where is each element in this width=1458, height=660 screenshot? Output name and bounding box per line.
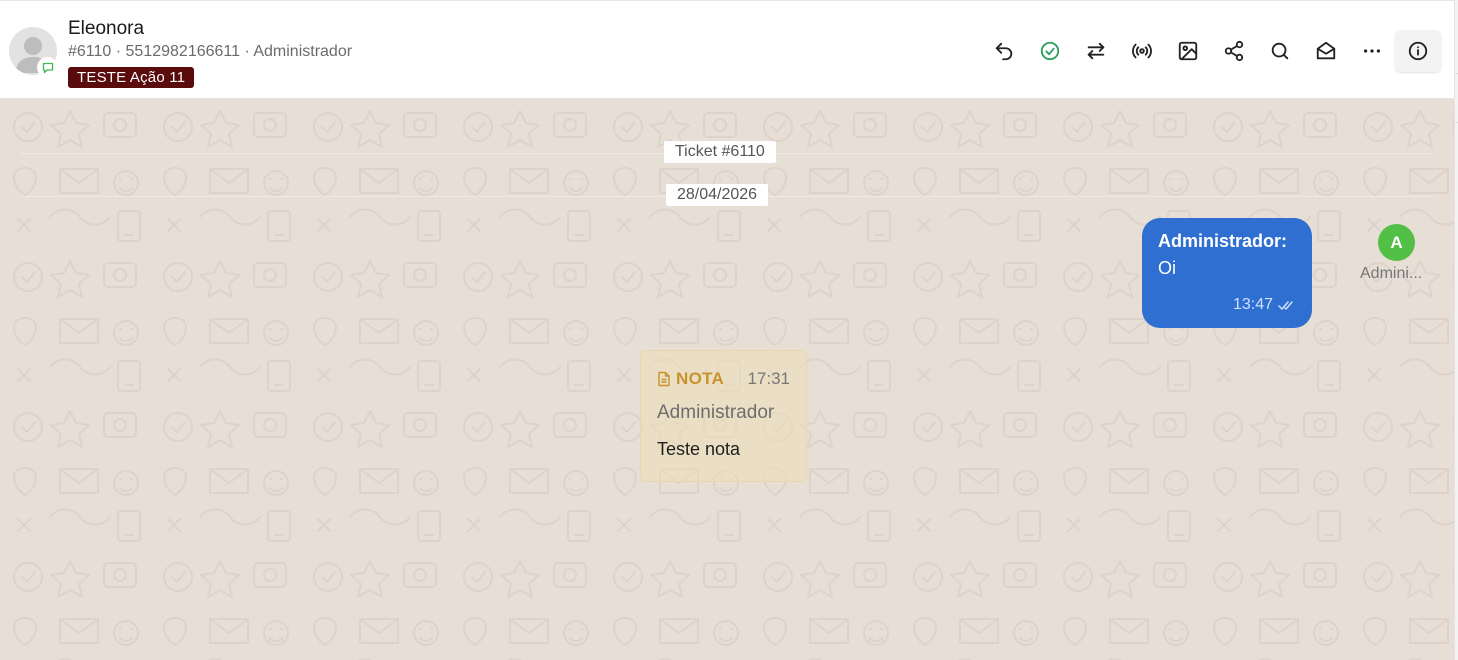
- more-icon: [1363, 49, 1381, 53]
- broadcast-button[interactable]: [1119, 30, 1165, 72]
- share-icon: [1224, 40, 1244, 62]
- message-text: Oi: [1158, 258, 1176, 278]
- ticket-label: Ticket #6110: [664, 141, 776, 163]
- note-time: 17:31: [747, 369, 790, 388]
- message-time: 13:47: [1232, 296, 1273, 313]
- image-icon: [1178, 41, 1198, 61]
- message-footer: 13:47: [1233, 296, 1296, 314]
- transfer-button[interactable]: [1073, 30, 1119, 72]
- sender-avatar: A: [1378, 224, 1415, 261]
- note-author: Administrador: [657, 402, 775, 423]
- mail-open-icon: [1316, 41, 1336, 60]
- sender-name: Admini...: [1360, 265, 1423, 282]
- message-sender: Administrador:: [1158, 231, 1288, 251]
- media-button[interactable]: [1165, 30, 1211, 72]
- search-icon: [1271, 42, 1289, 60]
- chat-header: Eleonora #6110 · 5512982166611 · Adminis…: [0, 0, 1454, 99]
- date-label: 28/04/2026: [666, 184, 769, 206]
- internal-note[interactable]: NOTA 17:31 Administrador Teste nota: [640, 350, 807, 482]
- mark-read-button[interactable]: [1303, 30, 1349, 72]
- chat-area[interactable]: Ticket #6110 28/04/2026 Administrador: O…: [0, 99, 1454, 660]
- right-panel-edge: [1454, 0, 1458, 660]
- share-button[interactable]: [1211, 30, 1257, 72]
- contact-meta: #6110 · 5512982166611 · Administrador: [68, 43, 353, 60]
- double-check-icon: [1278, 301, 1293, 310]
- note-text: Teste nota: [657, 439, 741, 459]
- whatsapp-channel-icon: [37, 57, 58, 78]
- transfer-icon: [1087, 42, 1105, 60]
- note-header: NOTA 17:31: [657, 369, 790, 389]
- tag-badge[interactable]: TESTE Ação 11: [68, 67, 195, 88]
- resolve-button[interactable]: [1027, 30, 1073, 72]
- info-button[interactable]: [1395, 30, 1441, 72]
- info-icon: [1408, 41, 1428, 61]
- search-button[interactable]: [1257, 30, 1303, 72]
- contact-name: Eleonora: [68, 18, 145, 39]
- note-label: NOTA: [676, 369, 725, 388]
- check-circle-icon: [1040, 41, 1060, 61]
- undo-button[interactable]: [981, 30, 1027, 72]
- document-icon: [658, 371, 670, 387]
- more-button[interactable]: [1349, 30, 1395, 72]
- undo-icon: [995, 42, 1013, 61]
- header-toolbar: [981, 30, 1441, 72]
- broadcast-icon: [1132, 43, 1152, 59]
- message-bubble[interactable]: Administrador: Oi 13:47: [1142, 218, 1312, 328]
